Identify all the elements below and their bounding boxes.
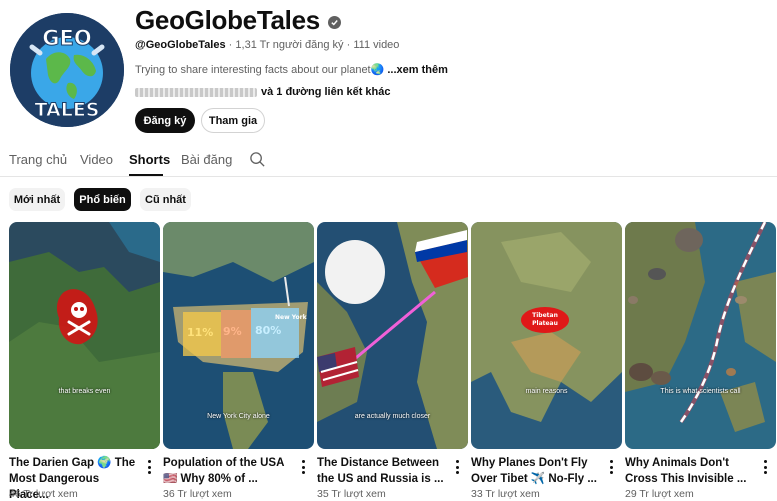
- channel-meta: @GeoGlobeTales · 1,31 Tr người đăng ký ·…: [135, 39, 399, 51]
- more-options-icon[interactable]: [452, 460, 462, 474]
- short-card[interactable]: This is what scientists call Why Animals…: [625, 222, 776, 500]
- more-options-icon[interactable]: [606, 460, 616, 474]
- avatar-text-top: GEO: [42, 26, 91, 50]
- more-link[interactable]: ...xem thêm: [387, 64, 448, 76]
- thumbnail-caption: are actually much closer: [354, 413, 431, 420]
- filter-oldest[interactable]: Cũ nhất: [140, 188, 191, 211]
- thumbnail-caption: New York City alone: [207, 413, 270, 420]
- channel-handle: @GeoGlobeTales: [135, 39, 226, 51]
- subscribe-button[interactable]: Đăng ký: [135, 108, 195, 133]
- thumbnail-caption: that breaks even: [58, 388, 111, 395]
- tab-shorts[interactable]: Shorts: [129, 152, 170, 167]
- view-count: 29 Tr lượt xem: [625, 488, 694, 500]
- short-card[interactable]: are actually much closer The Distance Be…: [317, 222, 468, 500]
- video-count: 111 video: [353, 39, 400, 51]
- title-line: Cross This Invisible ...: [625, 473, 747, 485]
- search-icon[interactable]: [249, 151, 266, 168]
- verified-icon: [327, 16, 341, 29]
- subscriber-count: 1,31 Tr người đăng ký: [235, 39, 344, 51]
- more-links-label[interactable]: và 1 đường liên kết khác: [261, 86, 391, 98]
- short-thumbnail[interactable]: This is what scientists call: [625, 222, 776, 449]
- short-title[interactable]: Why Animals Don't Cross This Invisible .…: [625, 455, 755, 487]
- filter-popular[interactable]: Phổ biến: [74, 188, 131, 211]
- tab-home[interactable]: Trang chủ: [9, 152, 67, 167]
- blurred-link[interactable]: [135, 87, 257, 97]
- overlay-label: 9%: [223, 325, 242, 338]
- view-count: 46 Tr lượt xem: [9, 488, 78, 500]
- channel-links[interactable]: và 1 đường liên kết khác: [135, 86, 391, 98]
- channel-avatar[interactable]: GEO TALES: [10, 13, 124, 127]
- title-line: Population of the USA: [163, 457, 285, 469]
- filter-newest[interactable]: Mới nhất: [9, 188, 65, 211]
- tab-posts[interactable]: Bài đăng: [181, 152, 232, 167]
- title-line: The Distance Between: [317, 457, 440, 469]
- short-card[interactable]: 11% 9% 80% New York New York City alone …: [163, 222, 314, 500]
- title-line: Why Planes Don't Fly: [471, 457, 588, 469]
- more-options-icon[interactable]: [760, 460, 770, 474]
- short-title[interactable]: The Distance Between the US and Russia i…: [317, 455, 447, 487]
- more-options-icon[interactable]: [144, 460, 154, 474]
- thumbnail-caption: main reasons: [525, 388, 568, 395]
- overlay-label: 11%: [187, 326, 213, 339]
- description-text: Trying to share interesting facts about …: [135, 64, 385, 76]
- active-tab-indicator: [129, 174, 163, 176]
- short-thumbnail[interactable]: that breaks even: [9, 222, 160, 449]
- overlay-label: 80%: [255, 324, 281, 337]
- view-count: 35 Tr lượt xem: [317, 488, 386, 500]
- avatar-text-bottom: TALES: [35, 99, 100, 121]
- title-line: Over Tibet ✈️ No-Fly ...: [471, 473, 597, 485]
- tab-videos[interactable]: Video: [80, 152, 113, 167]
- short-card[interactable]: that breaks even The Darien Gap 🌍 The Mo…: [9, 222, 160, 501]
- title-line: 🇺🇸 Why 80% of ...: [163, 473, 258, 485]
- title-line: The Darien Gap 🌍 The: [9, 457, 136, 469]
- title-line: the US and Russia is ...: [317, 473, 444, 485]
- channel-name-text: GeoGlobeTales: [135, 5, 320, 35]
- title-line: Why Animals Don't: [625, 457, 729, 469]
- thumbnail-caption: This is what scientists call: [660, 388, 741, 395]
- channel-name: GeoGlobeTales: [135, 5, 341, 36]
- view-count: 36 Tr lượt xem: [163, 488, 232, 500]
- short-card[interactable]: Tibetan Plateau main reasons Why Planes …: [471, 222, 622, 500]
- overlay-label: New York: [275, 314, 308, 321]
- short-title[interactable]: Population of the USA 🇺🇸 Why 80% of ...: [163, 455, 293, 487]
- channel-description[interactable]: Trying to share interesting facts about …: [135, 63, 448, 76]
- short-thumbnail[interactable]: Tibetan Plateau main reasons: [471, 222, 622, 449]
- short-title[interactable]: Why Planes Don't Fly Over Tibet ✈️ No-Fl…: [471, 455, 601, 487]
- short-thumbnail[interactable]: 11% 9% 80% New York New York City alone: [163, 222, 314, 449]
- view-count: 33 Tr lượt xem: [471, 488, 540, 500]
- channel-tabs: Trang chủ Video Shorts Bài đăng: [0, 145, 777, 177]
- short-thumbnail[interactable]: are actually much closer: [317, 222, 468, 449]
- overlay-label: Tibetan: [532, 312, 558, 319]
- more-options-icon[interactable]: [298, 460, 308, 474]
- overlay-label: Plateau: [532, 320, 558, 327]
- join-button[interactable]: Tham gia: [201, 108, 265, 133]
